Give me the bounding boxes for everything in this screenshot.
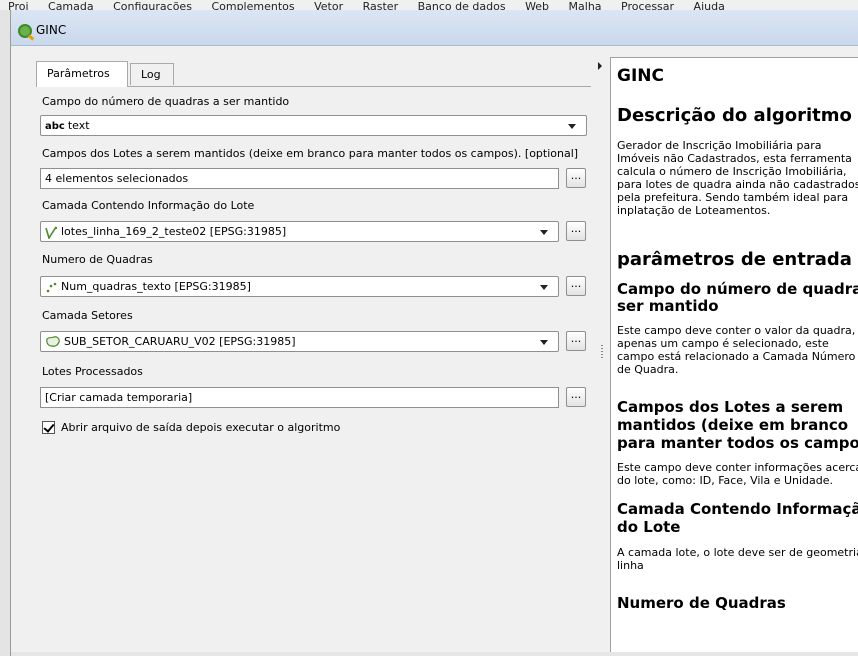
- background-window-edge: [0, 10, 11, 656]
- processed-lots-value: [Criar camada temporaria]: [45, 391, 193, 404]
- open-output-checkbox[interactable]: [42, 421, 55, 434]
- collapse-arrow-icon[interactable]: [598, 62, 602, 70]
- help-param1-text: Este campo deve conter o valor da quadra…: [617, 324, 858, 376]
- text-type-icon: abc: [45, 121, 65, 132]
- menu-item-processing[interactable]: Processar: [613, 1, 682, 10]
- help-param3-heading: Camada Contendo Informação do Lote: [617, 500, 858, 536]
- block-count-layer-value: Num_quadras_texto [EPSG:31985]: [61, 280, 251, 293]
- block-number-field-label: Campo do número de quadras a ser mantido: [42, 95, 290, 108]
- qgis-logo-icon: [18, 24, 32, 38]
- lot-layer-select[interactable]: lotes_linha_169_2_teste02 [EPSG:31985]: [40, 221, 559, 242]
- block-number-field-value: text: [67, 119, 90, 132]
- lot-fields-browse-button[interactable]: ...: [566, 168, 586, 188]
- menu-item-help[interactable]: Ajuda: [686, 1, 733, 10]
- open-output-label[interactable]: Abrir arquivo de saída depois executar o…: [61, 421, 340, 434]
- block-count-layer-label: Numero de Quadras: [42, 253, 153, 266]
- lot-layer-value: lotes_linha_169_2_teste02 [EPSG:31985]: [61, 225, 287, 238]
- menu-item-settings[interactable]: Configurações: [105, 1, 200, 10]
- chevron-down-icon: [540, 230, 548, 235]
- help-param2-text: Este campo deve conter informações acerc…: [617, 461, 858, 487]
- sectors-layer-select[interactable]: SUB_SETOR_CARUARU_V02 [EPSG:31985]: [40, 331, 559, 352]
- polygon-layer-icon: [46, 336, 60, 347]
- tab-log[interactable]: Log: [130, 63, 174, 85]
- help-title: GINC: [617, 66, 664, 86]
- sectors-layer-label: Camada Setores: [42, 309, 133, 322]
- line-layer-icon: [45, 226, 58, 239]
- lot-fields-value: 4 elementos selecionados: [45, 172, 189, 185]
- lot-layer-label: Camada Contendo Informação do Lote: [42, 199, 255, 212]
- sectors-layer-browse-button[interactable]: ...: [566, 331, 586, 351]
- menu-item-mesh[interactable]: Malha: [561, 1, 610, 10]
- window-title: GINC: [36, 23, 67, 37]
- block-count-layer-select[interactable]: Num_quadras_texto [EPSG:31985]: [40, 276, 559, 297]
- chevron-down-icon: [540, 285, 548, 290]
- help-param3-text: A camada lote, o lote deve ser de geomet…: [617, 546, 858, 572]
- menu-item-layer[interactable]: Camada: [40, 1, 102, 10]
- processed-lots-label: Lotes Processados: [42, 365, 143, 378]
- lot-layer-browse-button[interactable]: ...: [566, 221, 586, 241]
- processed-lots-browse-button[interactable]: ...: [566, 387, 586, 407]
- menu-item-plugins[interactable]: Complementos: [203, 1, 302, 10]
- menu-item-database[interactable]: Banco de dados: [410, 1, 514, 10]
- help-param4-heading: Numero de Quadras: [617, 594, 786, 612]
- lot-fields-input[interactable]: 4 elementos selecionados: [40, 168, 559, 189]
- point-layer-icon: [46, 282, 57, 292]
- chevron-down-icon: [540, 340, 548, 345]
- help-param1-heading: Campo do número de quadras a ser mantido: [617, 280, 858, 315]
- tab-parameters[interactable]: Parâmetros: [36, 61, 128, 87]
- lot-fields-label: Campos dos Lotes a serem mantidos (deixe…: [42, 147, 579, 160]
- help-description-text: Gerador de Inscrição Imobiliária para Im…: [617, 139, 858, 217]
- help-params-heading: parâmetros de entrada: [617, 249, 852, 270]
- menu-bar: Proj Camada Configurações Complementos V…: [0, 0, 858, 10]
- block-count-layer-browse-button[interactable]: ...: [566, 276, 586, 296]
- dialog-bottom-edge: [11, 652, 858, 656]
- menu-item-vector[interactable]: Vetor: [306, 1, 351, 10]
- splitter-handle[interactable]: [601, 345, 603, 359]
- processed-lots-output[interactable]: [Criar camada temporaria]: [40, 387, 559, 408]
- menu-item-project[interactable]: Proj: [0, 1, 37, 10]
- help-panel: GINC Descrição do algoritmo Gerador de I…: [610, 57, 858, 656]
- chevron-down-icon: [568, 124, 576, 129]
- block-number-field-select[interactable]: abc text: [40, 115, 587, 136]
- help-param2-heading: Campos dos Lotes a serem mantidos (deixe…: [617, 398, 858, 452]
- dialog-titlebar[interactable]: [11, 10, 858, 46]
- menu-item-raster[interactable]: Raster: [355, 1, 406, 10]
- menu-item-web[interactable]: Web: [517, 1, 557, 10]
- help-description-heading: Descrição do algoritmo: [617, 105, 852, 126]
- sectors-layer-value: SUB_SETOR_CARUARU_V02 [EPSG:31985]: [64, 335, 296, 348]
